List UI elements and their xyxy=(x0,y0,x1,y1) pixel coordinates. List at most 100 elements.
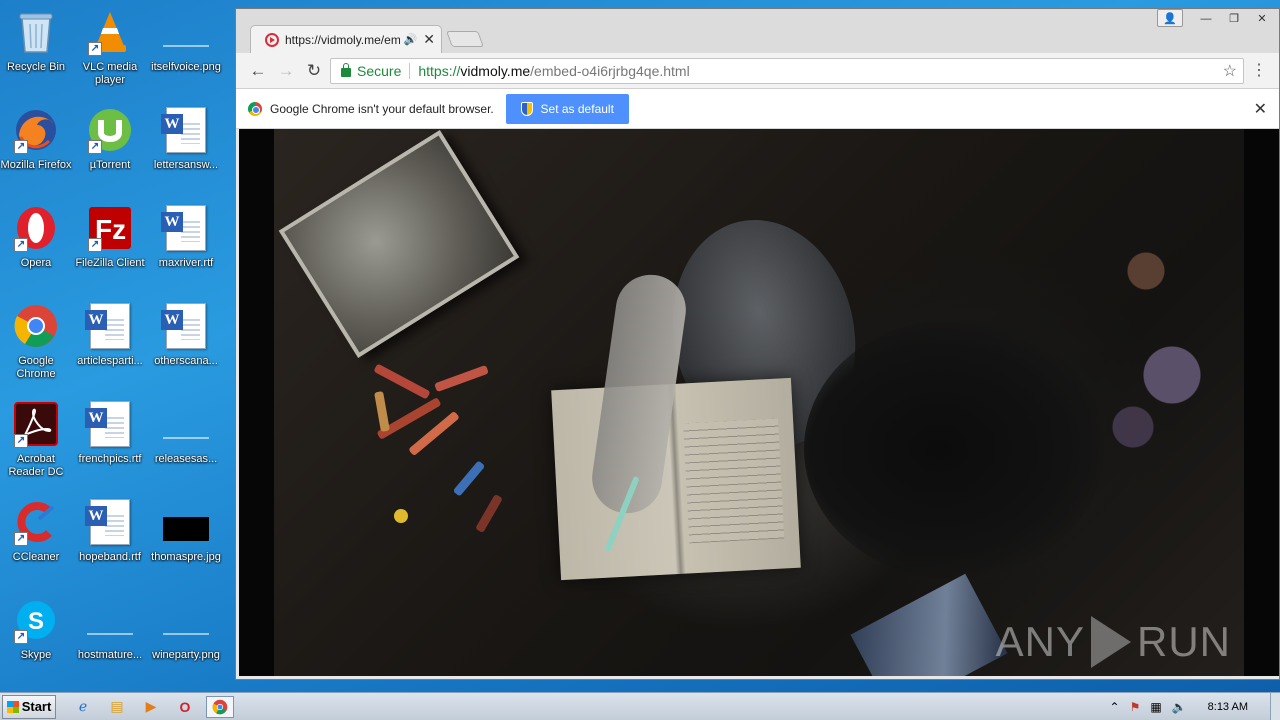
system-tray: ⌃ ⚑ ▦ 🔈 8:13 AM xyxy=(1105,693,1280,720)
word-document-icon: W xyxy=(85,302,134,350)
profile-icon[interactable]: 👤 xyxy=(1157,9,1183,27)
desktop-icon-thomaspre[interactable]: thomaspre.jpg xyxy=(148,494,224,590)
lock-icon xyxy=(341,62,351,77)
desktop-icon-hopeband[interactable]: W hopeband.rtf xyxy=(72,494,148,590)
volume-icon[interactable]: 🔈 xyxy=(1172,700,1187,714)
clock[interactable]: 8:13 AM xyxy=(1208,701,1248,713)
address-bar[interactable]: Secure https://vidmoly.me/embed-o4i6rjrb… xyxy=(330,58,1244,84)
close-infobar-icon[interactable]: ✕ xyxy=(1254,99,1267,119)
ccleaner-icon: ↗ xyxy=(12,498,60,546)
desktop-icon-acrobat-reader[interactable]: ↗ Acrobat Reader DC xyxy=(0,396,74,492)
desktop-icon-label: maxriver.rtf xyxy=(158,257,214,269)
shortcut-arrow-icon: ↗ xyxy=(14,630,28,644)
skype-icon: S ↗ xyxy=(12,596,60,644)
secure-label: Secure xyxy=(357,63,402,79)
chrome-taskbar-icon[interactable] xyxy=(206,695,234,718)
file-explorer-taskbar-icon[interactable]: ▤ xyxy=(104,696,130,718)
desktop-icon-label: wineparty.png xyxy=(152,649,220,661)
watermark-any: ANY xyxy=(995,618,1085,665)
desktop-icon-releasesas[interactable]: releasesas... xyxy=(148,396,224,492)
action-center-flag-icon[interactable]: ⚑ xyxy=(1130,700,1141,714)
desktop-icon-wineparty[interactable]: wineparty.png xyxy=(148,592,224,688)
desktop-icon-label: FileZilla Client xyxy=(75,257,145,269)
vidmoly-favicon-icon xyxy=(265,32,279,47)
restore-button[interactable]: ❐ xyxy=(1221,9,1247,27)
infobar-message: Google Chrome isn't your default browser… xyxy=(270,101,494,116)
image-file-icon xyxy=(162,596,210,644)
desktop-icon-recycle-bin[interactable]: Recycle Bin xyxy=(0,4,74,100)
vlc-cone-icon: ↗ xyxy=(86,8,134,56)
desktop-icon-articlesparti[interactable]: W articlesparti... xyxy=(72,298,148,394)
video-frame xyxy=(274,129,1244,676)
desktop-icon-label: µTorrent xyxy=(89,159,131,171)
desktop-icon-label: Recycle Bin xyxy=(6,61,66,73)
shortcut-arrow-icon: ↗ xyxy=(88,238,102,252)
show-desktop-button[interactable] xyxy=(1270,693,1280,720)
video-book xyxy=(278,130,520,358)
minimize-button[interactable]: — xyxy=(1193,9,1219,27)
desktop-icon-label: thomaspre.jpg xyxy=(151,551,221,563)
desktop-icon-label: Mozilla Firefox xyxy=(0,159,72,171)
anyrun-watermark: ANY RUN xyxy=(996,616,1231,668)
desktop-icon-label: Google Chrome xyxy=(16,355,56,380)
start-label: Start xyxy=(21,699,52,714)
svg-text:S: S xyxy=(28,608,44,635)
omnibox-separator xyxy=(409,63,411,79)
desktop-icon-label: itselfvoice.png xyxy=(151,61,221,73)
tab-vidmoly[interactable]: https://vidmoly.me/embed-o4i6rjrbg4qe.ht… xyxy=(250,25,442,53)
shortcut-arrow-icon: ↗ xyxy=(14,140,28,154)
shortcut-arrow-icon: ↗ xyxy=(88,42,102,56)
desktop-icon-hostmature[interactable]: hostmature... xyxy=(72,592,148,688)
desktop-icon-lettersansw[interactable]: W lettersansw... xyxy=(148,102,224,198)
chrome-menu-icon[interactable]: ⋮ xyxy=(1251,61,1267,81)
blank-file-icon xyxy=(162,400,210,448)
forward-arrow-icon[interactable]: → xyxy=(276,61,296,81)
set-as-default-button[interactable]: Set as default xyxy=(505,93,629,124)
filezilla-icon: Fz ↗ xyxy=(86,204,134,252)
opera-icon: ↗ xyxy=(12,204,60,252)
desktop-icon-google-chrome[interactable]: Google Chrome xyxy=(0,298,74,394)
shortcut-arrow-icon: ↗ xyxy=(14,434,28,448)
watermark-run: RUN xyxy=(1137,618,1231,665)
word-document-icon: W xyxy=(161,204,210,252)
start-button[interactable]: Start xyxy=(2,694,56,719)
image-thumbnail-icon xyxy=(162,498,210,546)
desktop-icon-utorrent[interactable]: ↗ µTorrent xyxy=(72,102,148,198)
acrobat-icon: ↗ xyxy=(12,400,60,448)
close-window-button[interactable]: ✕ xyxy=(1249,9,1275,27)
desktop: Recycle Bin ↗ VLC media player itselfvoi… xyxy=(0,0,236,692)
internet-explorer-taskbar-icon[interactable]: ℯ xyxy=(70,696,96,718)
desktop-icon-otherscana[interactable]: W otherscana... xyxy=(148,298,224,394)
back-arrow-icon[interactable]: ← xyxy=(248,61,268,81)
desktop-icon-ccleaner[interactable]: ↗ CCleaner xyxy=(0,494,74,590)
set-as-default-label: Set as default xyxy=(540,101,614,116)
desktop-icon-opera[interactable]: ↗ Opera xyxy=(0,200,74,296)
desktop-icon-label: otherscana... xyxy=(154,355,218,367)
desktop-icon-label: hopeband.rtf xyxy=(79,551,141,563)
play-triangle-icon xyxy=(1091,616,1131,668)
desktop-icon-frenchpics[interactable]: W frenchpics.rtf xyxy=(72,396,148,492)
shortcut-arrow-icon: ↗ xyxy=(14,532,28,546)
audio-playing-icon[interactable]: 🔊 xyxy=(404,33,418,46)
media-player-taskbar-icon[interactable]: ▶ xyxy=(138,696,164,718)
desktop-icon-maxriver[interactable]: W maxriver.rtf xyxy=(148,200,224,296)
url-scheme: https:// xyxy=(418,63,461,79)
video-player[interactable]: ANY RUN xyxy=(239,129,1279,676)
show-hidden-icons-icon[interactable]: ⌃ xyxy=(1110,700,1120,714)
new-tab-button[interactable] xyxy=(446,31,484,47)
desktop-icon-vlc[interactable]: ↗ VLC media player xyxy=(72,4,148,100)
desktop-icon-filezilla[interactable]: Fz ↗ FileZilla Client xyxy=(72,200,148,296)
word-document-icon: W xyxy=(85,498,134,546)
desktop-icon-label: articlesparti... xyxy=(77,355,143,367)
opera-taskbar-icon[interactable]: O xyxy=(172,696,198,718)
reload-icon[interactable]: ↻ xyxy=(304,61,324,81)
desktop-icon-itselfvoice[interactable]: itselfvoice.png xyxy=(148,4,224,100)
desktop-icon-skype[interactable]: S ↗ Skype xyxy=(0,592,74,688)
network-icon[interactable]: ▦ xyxy=(1150,700,1161,714)
bookmark-star-icon[interactable]: ☆ xyxy=(1223,61,1237,81)
firefox-icon: ↗ xyxy=(12,106,60,154)
desktop-icon-firefox[interactable]: ↗ Mozilla Firefox xyxy=(0,102,74,198)
close-tab-icon[interactable]: ✕ xyxy=(423,31,435,48)
video-toys xyxy=(1094,219,1224,479)
shortcut-arrow-icon: ↗ xyxy=(14,238,28,252)
